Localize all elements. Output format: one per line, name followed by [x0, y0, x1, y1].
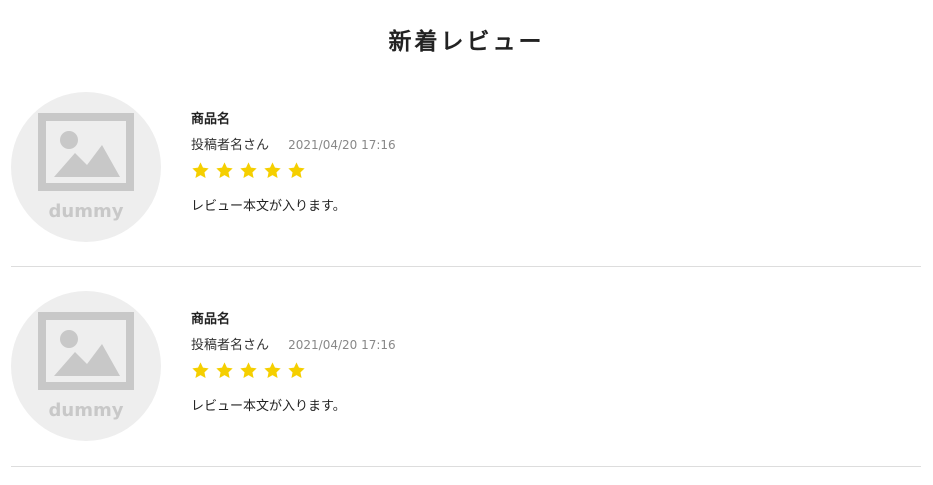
- author-name: 投稿者名さん: [191, 138, 270, 153]
- section-title: 新着レビュー: [388, 29, 545, 55]
- star-icon: [240, 161, 257, 178]
- review-text: レビュー本文が入ります。: [191, 199, 346, 214]
- review-meta: 投稿者名さん 2021/04/20 17:16: [191, 134, 921, 154]
- review-date: 2021/04/20 17:16: [288, 138, 396, 152]
- star-icon: [288, 361, 305, 378]
- star-icon: [216, 161, 233, 178]
- thumbnail-label: dummy: [49, 400, 124, 421]
- star-icon: [216, 361, 233, 378]
- star-icon: [192, 161, 209, 178]
- star-rating: [191, 359, 921, 381]
- image-placeholder-icon: dummy: [38, 113, 134, 222]
- star-icon: [192, 361, 209, 378]
- star-icon: [264, 161, 281, 178]
- image-placeholder-icon: dummy: [38, 312, 134, 421]
- review-item: dummy 商品名 投稿者名さん 2021/04/20 17:16 レビュー本文…: [11, 68, 921, 267]
- product-name[interactable]: 商品名: [191, 110, 921, 130]
- review-date: 2021/04/20 17:16: [288, 338, 396, 352]
- product-thumbnail[interactable]: dummy: [11, 92, 161, 242]
- review-body: 商品名 投稿者名さん 2021/04/20 17:16 レビュー本文が入ります。: [191, 310, 921, 417]
- product-thumbnail[interactable]: dummy: [11, 291, 161, 441]
- thumbnail-label: dummy: [49, 201, 124, 222]
- product-name[interactable]: 商品名: [191, 310, 921, 330]
- author-name: 投稿者名さん: [191, 338, 270, 353]
- review-body: 商品名 投稿者名さん 2021/04/20 17:16 レビュー本文が入ります。: [191, 110, 921, 217]
- star-icon: [264, 361, 281, 378]
- star-icon: [240, 361, 257, 378]
- review-text: レビュー本文が入ります。: [191, 399, 346, 414]
- star-rating: [191, 159, 921, 181]
- review-meta: 投稿者名さん 2021/04/20 17:16: [191, 334, 921, 354]
- review-item: dummy 商品名 投稿者名さん 2021/04/20 17:16 レビュー本文…: [11, 267, 921, 467]
- review-list: dummy 商品名 投稿者名さん 2021/04/20 17:16 レビュー本文…: [11, 68, 921, 467]
- star-icon: [288, 161, 305, 178]
